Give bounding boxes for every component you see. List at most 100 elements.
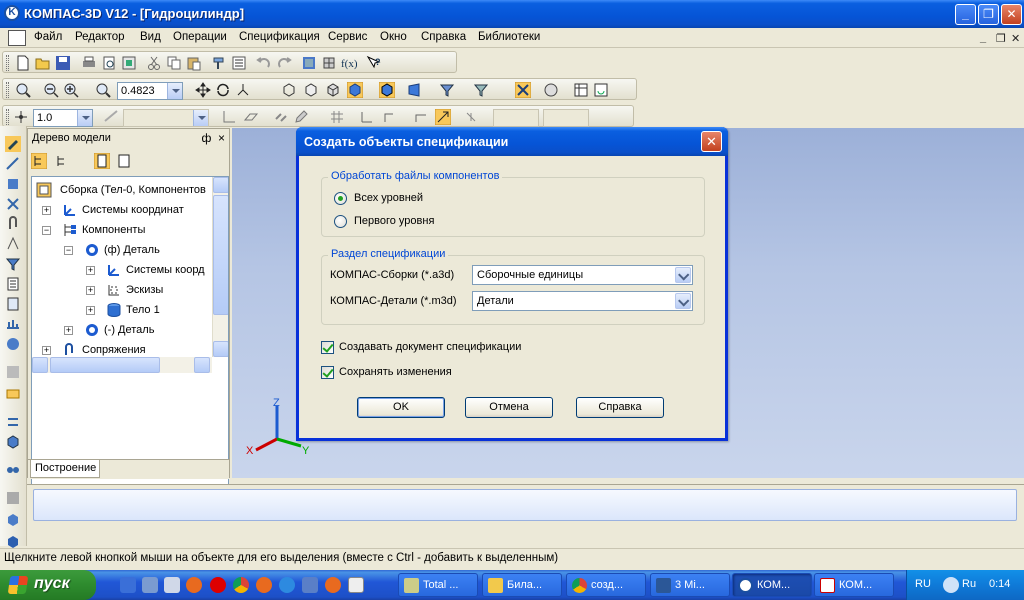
hidden-lines-icon[interactable]: [303, 82, 319, 98]
grid-icon[interactable]: [329, 109, 345, 125]
list-icon[interactable]: [231, 55, 247, 71]
document-menu-icon[interactable]: [8, 30, 26, 46]
tree-structure-icon[interactable]: [31, 153, 47, 169]
rotate-icon[interactable]: [215, 82, 231, 98]
cursor-x-field[interactable]: [493, 109, 539, 127]
keyboard-layout[interactable]: Ru: [962, 578, 976, 590]
context-help-icon[interactable]: ?: [366, 55, 382, 71]
radio-all-levels[interactable]: [334, 192, 347, 205]
doc-close-button[interactable]: ✕: [1011, 32, 1020, 45]
refresh-icon[interactable]: [593, 82, 609, 98]
redo-icon[interactable]: [276, 55, 292, 71]
clock[interactable]: 0:14: [989, 578, 1010, 590]
menu-view[interactable]: Вид: [140, 31, 161, 43]
doc-restore-button[interactable]: ❐: [996, 32, 1006, 45]
menu-libraries[interactable]: Библиотеки: [478, 31, 540, 43]
parts-manager-icon[interactable]: [321, 55, 337, 71]
tree-view-icon[interactable]: [55, 153, 71, 169]
scroll-up-icon[interactable]: [213, 177, 228, 193]
expand-icon[interactable]: +: [86, 286, 95, 295]
undo-icon[interactable]: [256, 55, 272, 71]
plane-icon[interactable]: [243, 109, 259, 125]
chevron-down-icon[interactable]: [675, 267, 691, 283]
quicklaunch-icon[interactable]: [142, 577, 158, 593]
snap-icon[interactable]: [515, 82, 531, 98]
close-button[interactable]: ✕: [1001, 4, 1022, 25]
orientation-icon[interactable]: [235, 82, 251, 98]
zoom-in-icon[interactable]: [63, 82, 79, 98]
browser-icon[interactable]: [279, 577, 295, 593]
paste-icon[interactable]: [186, 55, 202, 71]
zoom-window-icon[interactable]: [15, 82, 31, 98]
collapse-icon[interactable]: −: [64, 246, 73, 255]
parametric-mode-icon[interactable]: [435, 109, 451, 125]
save-icon[interactable]: [55, 55, 71, 71]
pencil-icon[interactable]: [293, 109, 309, 125]
menu-editor[interactable]: Редактор: [75, 31, 125, 43]
report-icon[interactable]: [5, 296, 21, 312]
panel-close-button[interactable]: ×: [218, 131, 225, 145]
tree-horizontal-scrollbar[interactable]: [32, 357, 212, 373]
task-chrome[interactable]: созд...: [566, 573, 646, 597]
funnel-icon[interactable]: [5, 256, 21, 272]
chrome-icon[interactable]: [233, 577, 249, 593]
dimension-icon[interactable]: [5, 236, 21, 252]
sheet-metal-icon[interactable]: [5, 386, 21, 402]
cursor-y-field[interactable]: [543, 109, 589, 127]
mate-icon[interactable]: [5, 196, 21, 212]
layer-combo[interactable]: [123, 109, 209, 127]
tree-list-icon[interactable]: [116, 153, 132, 169]
part-section-select[interactable]: Детали: [472, 291, 693, 311]
task-kompas-active[interactable]: КОМ...: [732, 573, 812, 597]
start-button[interactable]: пуск: [0, 570, 96, 600]
step-combo[interactable]: 1.0: [33, 109, 93, 127]
expand-icon[interactable]: +: [86, 266, 95, 275]
properties-icon[interactable]: [121, 55, 137, 71]
pan-icon[interactable]: [195, 82, 211, 98]
expand-icon[interactable]: +: [64, 326, 73, 335]
opera-icon[interactable]: [210, 577, 226, 593]
layer-icon[interactable]: [103, 109, 119, 125]
model-manager-icon[interactable]: [301, 55, 317, 71]
scroll-right-icon[interactable]: [194, 357, 210, 373]
menu-specification[interactable]: Спецификация: [239, 31, 320, 43]
axes-icon[interactable]: [359, 109, 375, 125]
shaded-edges-icon[interactable]: [379, 82, 395, 98]
tree-filter-icon[interactable]: [94, 153, 110, 169]
chain-icon[interactable]: [273, 109, 289, 125]
help-button[interactable]: Справка: [576, 397, 664, 418]
menu-service[interactable]: Сервис: [328, 31, 367, 43]
scroll-thumb[interactable]: [50, 357, 160, 373]
extrude-icon[interactable]: [5, 512, 21, 528]
quicklaunch-icon[interactable]: [302, 577, 318, 593]
show-desktop-icon[interactable]: [120, 577, 136, 593]
task-kompas-2[interactable]: КОМ...: [814, 573, 894, 597]
print-icon[interactable]: [81, 55, 97, 71]
task-folder[interactable]: Била...: [482, 573, 562, 597]
language-indicator[interactable]: RU: [915, 578, 931, 590]
perspective-icon[interactable]: [407, 82, 423, 98]
edit-assembly-icon[interactable]: [5, 136, 21, 152]
array-icon[interactable]: [5, 414, 21, 430]
shaded-icon[interactable]: [347, 82, 363, 98]
restore-button[interactable]: ❐: [978, 4, 999, 25]
component-icon[interactable]: [5, 176, 21, 192]
chevron-down-icon[interactable]: [193, 110, 208, 126]
constraint-icon[interactable]: [413, 109, 429, 125]
expand-icon[interactable]: +: [86, 306, 95, 315]
chevron-down-icon[interactable]: [675, 293, 691, 309]
copy-icon[interactable]: [166, 55, 182, 71]
scroll-left-icon[interactable]: [32, 357, 48, 373]
cursor-coords-icon[interactable]: [463, 109, 479, 125]
radio-first-level[interactable]: [334, 215, 347, 228]
menu-help[interactable]: Справка: [421, 31, 466, 43]
print-preview-icon[interactable]: [101, 55, 117, 71]
cube-icon[interactable]: [5, 434, 21, 450]
collapse-icon[interactable]: −: [42, 226, 51, 235]
firefox-icon[interactable]: [256, 577, 272, 593]
task-word[interactable]: 3 Mi...: [650, 573, 730, 597]
ortho-icon[interactable]: [381, 109, 397, 125]
zoom-scale-icon[interactable]: [95, 82, 111, 98]
menu-window[interactable]: Окно: [380, 31, 407, 43]
tree-vertical-scrollbar[interactable]: [212, 177, 228, 357]
